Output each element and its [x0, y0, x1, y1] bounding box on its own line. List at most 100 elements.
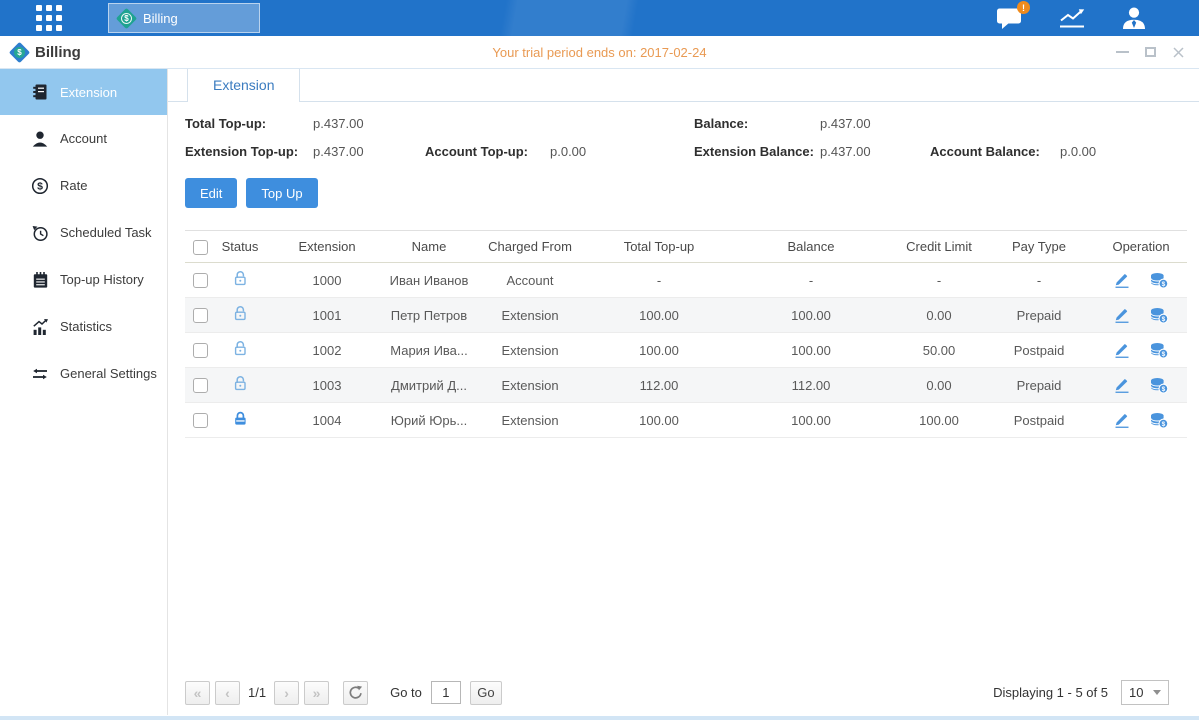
table-row: 1004 Юрий Юрь... Extension 100.00 100.00… — [185, 403, 1187, 438]
top-up-icon[interactable]: $ — [1149, 342, 1169, 359]
header-status: Status — [215, 231, 265, 263]
svg-text:$: $ — [1161, 421, 1165, 428]
cell-credit-limit: - — [895, 263, 983, 298]
go-button[interactable]: Go — [470, 681, 502, 705]
row-checkbox[interactable] — [193, 273, 208, 288]
next-page-button[interactable]: › — [274, 681, 299, 705]
close-button[interactable] — [1171, 45, 1185, 59]
sidebar-item-extension[interactable]: Extension — [0, 69, 167, 115]
table-header-row: Status Extension Name Charged From Total… — [185, 231, 1187, 263]
cell-balance: 100.00 — [727, 298, 895, 333]
edit-icon[interactable] — [1113, 341, 1131, 359]
cell-total-topup: 112.00 — [591, 368, 727, 403]
cell-charged-from: Extension — [469, 368, 591, 403]
edit-icon[interactable] — [1113, 271, 1131, 289]
cell-extension: 1001 — [265, 298, 389, 333]
top-up-icon[interactable]: $ — [1149, 307, 1169, 324]
cell-name: Дмитрий Д... — [389, 368, 469, 403]
cell-total-topup: 100.00 — [591, 403, 727, 438]
cell-balance: 100.00 — [727, 403, 895, 438]
top-up-icon[interactable]: $ — [1149, 272, 1169, 289]
sidebar-item-statistics[interactable]: Statistics — [0, 303, 167, 350]
cell-credit-limit: 0.00 — [895, 298, 983, 333]
total-topup-label: Total Top-up: — [185, 116, 313, 131]
topbar-tab-label: Billing — [143, 11, 178, 26]
svg-text:$: $ — [1161, 386, 1165, 393]
notebook-icon — [30, 271, 49, 289]
topbar: $ Billing ! — [0, 0, 1199, 36]
sidebar-item-scheduled-task[interactable]: Scheduled Task — [0, 209, 167, 256]
edit-icon[interactable] — [1113, 376, 1131, 394]
last-page-button[interactable]: » — [304, 681, 329, 705]
pagination-bar: « ‹ 1/1 › » Go to Go Displaying 1 - 5 of… — [168, 680, 1199, 715]
prev-page-button[interactable]: ‹ — [215, 681, 240, 705]
sidebar-item-account[interactable]: Account — [0, 115, 167, 162]
balance-value: p.437.00 — [820, 116, 930, 131]
cell-pay-type: - — [983, 263, 1095, 298]
sidebar-item-topup-history[interactable]: Top-up History — [0, 256, 167, 303]
messages-icon[interactable]: ! — [996, 6, 1023, 30]
cell-charged-from: Extension — [469, 403, 591, 438]
cell-charged-from: Extension — [469, 333, 591, 368]
page-indicator: 1/1 — [248, 685, 266, 700]
row-checkbox[interactable] — [193, 413, 208, 428]
refresh-button[interactable] — [343, 681, 368, 705]
svg-text:$: $ — [37, 180, 43, 192]
billing-window-icon: $ — [9, 41, 30, 62]
goto-page-input[interactable] — [431, 681, 461, 704]
window-title: Billing — [35, 44, 81, 61]
cell-extension: 1000 — [265, 263, 389, 298]
edit-icon[interactable] — [1113, 306, 1131, 324]
row-checkbox[interactable] — [193, 378, 208, 393]
person-icon — [30, 130, 49, 148]
apps-grid-icon[interactable] — [36, 5, 62, 31]
account-balance-value: p.0.00 — [1060, 144, 1187, 159]
first-page-button[interactable]: « — [185, 681, 210, 705]
dollar-circle-icon: $ — [30, 177, 49, 195]
cell-total-topup: - — [591, 263, 727, 298]
table-row: 1003 Дмитрий Д... Extension 112.00 112.0… — [185, 368, 1187, 403]
edit-icon[interactable] — [1113, 411, 1131, 429]
minimize-button[interactable] — [1115, 45, 1129, 59]
transfer-arrows-icon — [30, 365, 49, 383]
table-row: 1000 Иван Иванов Account - - - - $ — [185, 263, 1187, 298]
maximize-button[interactable] — [1143, 45, 1157, 59]
top-up-icon[interactable]: $ — [1149, 412, 1169, 429]
table-row: 1001 Петр Петров Extension 100.00 100.00… — [185, 298, 1187, 333]
extensions-table: Status Extension Name Charged From Total… — [185, 230, 1187, 438]
cell-balance: 100.00 — [727, 333, 895, 368]
cell-charged-from: Extension — [469, 298, 591, 333]
table-row: 1002 Мария Ива... Extension 100.00 100.0… — [185, 333, 1187, 368]
top-up-icon[interactable]: $ — [1149, 377, 1169, 394]
topbar-tab-billing[interactable]: $ Billing — [108, 3, 260, 33]
header-operation: Operation — [1095, 231, 1187, 263]
edit-button[interactable]: Edit — [185, 178, 237, 208]
status-unlocked-icon — [232, 375, 249, 392]
user-icon[interactable] — [1121, 6, 1147, 30]
window-titlebar: $ Billing Your trial period ends on: 201… — [0, 36, 1199, 69]
sidebar-item-rate[interactable]: $ Rate — [0, 162, 167, 209]
cell-total-topup: 100.00 — [591, 333, 727, 368]
page-size-select[interactable]: 10 — [1121, 680, 1169, 705]
balance-summary: Total Top-up: p.437.00 Balance: p.437.00… — [168, 102, 1199, 159]
trial-notice: Your trial period ends on: 2017-02-24 — [0, 45, 1199, 60]
balance-label: Balance: — [694, 116, 820, 131]
header-charged-from: Charged From — [469, 231, 591, 263]
extension-topup-label: Extension Top-up: — [185, 144, 313, 159]
header-extension: Extension — [265, 231, 389, 263]
main-content: Extension Total Top-up: p.437.00 Balance… — [168, 69, 1199, 715]
status-locked-icon — [232, 410, 249, 427]
select-all-checkbox[interactable] — [193, 240, 208, 255]
statistics-chart-icon[interactable] — [1057, 6, 1087, 30]
row-checkbox[interactable] — [193, 343, 208, 358]
tab-extension[interactable]: Extension — [187, 69, 300, 102]
account-topup-value: p.0.00 — [550, 144, 694, 159]
cell-credit-limit: 100.00 — [895, 403, 983, 438]
cell-pay-type: Postpaid — [983, 333, 1095, 368]
header-name: Name — [389, 231, 469, 263]
header-credit-limit: Credit Limit — [895, 231, 983, 263]
sidebar-item-general-settings[interactable]: General Settings — [0, 350, 167, 397]
top-up-button[interactable]: Top Up — [246, 178, 317, 208]
cell-name: Иван Иванов — [389, 263, 469, 298]
row-checkbox[interactable] — [193, 308, 208, 323]
